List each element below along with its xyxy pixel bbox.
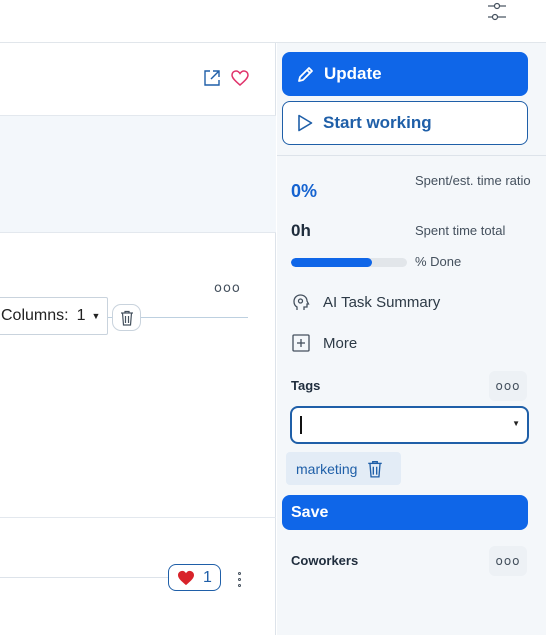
tags-input[interactable]: ▼ <box>290 406 529 444</box>
trash-icon <box>120 310 133 326</box>
coworkers-more-button[interactable]: ooo <box>489 546 527 576</box>
start-working-button[interactable]: Start working <box>282 101 528 145</box>
section-divider <box>0 517 276 518</box>
start-working-label: Start working <box>323 113 432 132</box>
caret-down-icon: ▼ <box>512 419 520 428</box>
plus-square-icon <box>292 334 310 352</box>
like-button[interactable]: 1 <box>168 564 221 591</box>
heart-icon <box>178 570 195 585</box>
kebab-menu-icon[interactable] <box>232 567 246 591</box>
more-item[interactable]: More <box>291 333 357 353</box>
update-label: Update <box>324 64 382 83</box>
play-icon <box>298 114 313 132</box>
done-progress-bar <box>291 258 407 267</box>
tags-more-button[interactable]: ooo <box>489 371 527 401</box>
heart-outline-icon[interactable] <box>229 67 251 89</box>
head-icon <box>293 294 310 310</box>
time-ratio-label: Spent/est. time ratio <box>415 173 531 188</box>
spent-time-label: Spent time total <box>415 223 506 238</box>
comment-line <box>0 577 168 578</box>
ai-task-summary-label: AI Task Summary <box>323 293 441 311</box>
columns-label: Columns: <box>1 307 69 324</box>
like-count: 1 <box>203 568 212 586</box>
coworkers-title: Coworkers <box>291 553 359 568</box>
ai-task-summary-item[interactable]: AI Task Summary <box>291 292 440 312</box>
external-link-icon[interactable] <box>201 67 223 89</box>
done-progress-fill <box>291 258 373 267</box>
sliders-icon[interactable] <box>482 0 512 24</box>
text-cursor <box>300 416 302 434</box>
tag-chip: marketing <box>286 452 401 485</box>
time-ratio-value: 0% <box>291 181 318 201</box>
more-label: More <box>323 334 358 352</box>
pencil-icon <box>298 67 313 82</box>
save-button[interactable]: Save <box>282 495 528 530</box>
delete-button[interactable] <box>112 304 141 331</box>
sidebar-separator <box>277 155 546 156</box>
description-area <box>0 115 276 233</box>
columns-select[interactable]: Columns: 1 ▼ <box>0 297 108 335</box>
caret-down-icon: ▼ <box>91 311 101 321</box>
work-package-main: ooo Columns: 1 ▼ 1 <box>0 43 276 635</box>
more-options-button[interactable]: ooo <box>214 281 241 296</box>
spent-time-value: 0h <box>291 221 311 240</box>
columns-value: 1 <box>76 307 86 324</box>
tags-title: Tags <box>291 378 321 393</box>
top-bar <box>0 0 546 43</box>
trash-icon[interactable] <box>367 460 383 478</box>
tag-label: marketing <box>296 460 358 477</box>
done-label: % Done <box>415 254 462 269</box>
update-button[interactable]: Update <box>282 52 528 96</box>
sidebar: Update Start working 0% Spent/est. time … <box>277 43 546 635</box>
